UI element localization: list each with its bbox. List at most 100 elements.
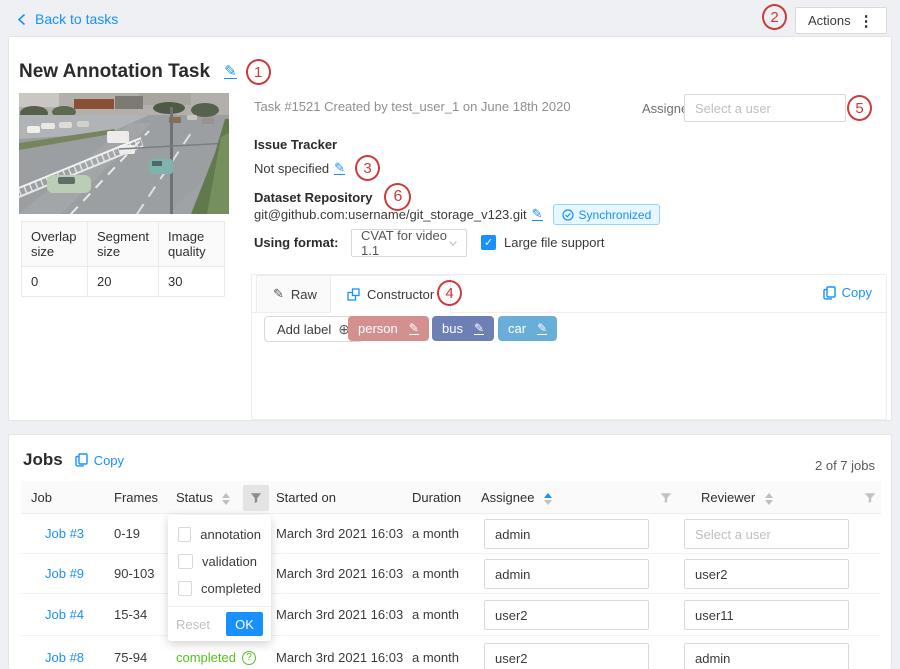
job-link[interactable]: Job #4	[45, 607, 84, 622]
copy-jobs-link[interactable]: Copy	[75, 453, 124, 468]
assignee-input[interactable]	[484, 600, 649, 630]
edit-issue-tracker-icon[interactable]: ✎	[334, 162, 345, 175]
job-link[interactable]: Job #9	[45, 566, 84, 581]
table-row: Job #9 90-103 March 3rd 2021 16:03 a mon…	[21, 554, 881, 594]
assignee-input[interactable]	[484, 559, 649, 589]
task-detail-page: Back to tasks 2 Actions ⋮ New Annotation…	[0, 0, 900, 669]
copy-icon	[75, 453, 88, 467]
started-cell: March 3rd 2021 16:03	[276, 650, 403, 665]
actions-button[interactable]: Actions ⋮	[795, 7, 887, 34]
sort-icons	[765, 493, 773, 505]
label-chip-car[interactable]: car ✎	[498, 316, 557, 341]
checkbox[interactable]	[178, 527, 191, 542]
checkbox[interactable]	[178, 581, 192, 596]
sort-icons	[222, 493, 230, 505]
frames-cell: 75-94	[114, 650, 147, 665]
issue-tracker-value: Not specified	[254, 161, 329, 176]
jobs-heading: Jobs	[23, 450, 63, 470]
filter-reset-button[interactable]: Reset	[176, 617, 210, 632]
sync-status-badge: Synchronized	[553, 204, 661, 225]
param-value: 0	[22, 267, 88, 297]
param-header: Segment size	[88, 222, 159, 267]
assignee-filter-icon[interactable]	[653, 485, 679, 511]
label-name: person	[358, 321, 398, 336]
label-chip-person[interactable]: person ✎	[348, 316, 429, 341]
assignee-select-input[interactable]	[684, 94, 846, 122]
tab-constructor-label: Constructor	[367, 287, 434, 302]
callout-4: 4	[437, 280, 462, 306]
jobs-table-header: Job Frames Status Started on Duration As…	[21, 481, 881, 514]
reviewer-input[interactable]	[684, 643, 849, 669]
filter-ok-button[interactable]: OK	[226, 612, 263, 636]
edit-label-icon[interactable]: ✎	[537, 322, 547, 335]
job-link[interactable]: Job #8	[45, 650, 84, 665]
reviewer-input[interactable]	[684, 519, 849, 549]
add-label-text: Add label	[277, 322, 331, 337]
dataset-repo-value: git@github.com:username/git_storage_v123…	[254, 207, 527, 222]
task-title: New Annotation Task	[19, 61, 210, 83]
sync-badge-label: Synchronized	[579, 208, 652, 222]
labels-panel: ✎ Raw Constructor 4 Copy	[251, 274, 887, 420]
tab-constructor[interactable]: Constructor	[330, 275, 451, 313]
table-row: Job #8 75-94 completed ? March 3rd 2021 …	[21, 637, 881, 669]
col-status-sort[interactable]: Status	[176, 490, 230, 505]
started-cell: March 3rd 2021 16:03	[276, 526, 403, 541]
copy-label-text: Copy	[842, 285, 872, 300]
job-link[interactable]: Job #3	[45, 526, 84, 541]
callout-5: 5	[847, 95, 872, 121]
label-name: car	[508, 321, 526, 336]
large-file-checkbox[interactable]: ✓	[481, 235, 496, 250]
large-file-label: Large file support	[504, 235, 604, 250]
col-reviewer-label: Reviewer	[701, 490, 755, 505]
col-reviewer-sort[interactable]: Reviewer	[701, 490, 773, 505]
duration-cell: a month	[412, 650, 459, 665]
tab-raw-label: Raw	[291, 287, 317, 302]
status-cell: completed ?	[176, 650, 256, 665]
callout-2: 2	[762, 4, 787, 30]
label-chip-bus[interactable]: bus ✎	[432, 316, 494, 341]
checkbox[interactable]	[178, 554, 193, 569]
check-circle-icon	[562, 209, 574, 221]
reviewer-input[interactable]	[684, 559, 849, 589]
jobs-count: 2 of 7 jobs	[815, 458, 875, 473]
frames-cell: 90-103	[114, 566, 154, 581]
reviewer-input[interactable]	[684, 600, 849, 630]
copy-icon	[823, 286, 836, 300]
col-started: Started on	[276, 490, 336, 505]
edit-title-icon[interactable]: ✎	[224, 66, 237, 79]
table-row: Job #4 15-34 March 3rd 2021 16:03 a mont…	[21, 594, 881, 636]
col-assignee-sort[interactable]: Assignee	[481, 490, 552, 505]
assignee-input[interactable]	[484, 519, 649, 549]
block-icon	[347, 288, 360, 301]
edit-label-icon[interactable]: ✎	[474, 322, 484, 335]
callout-3: 3	[355, 155, 380, 181]
format-select[interactable]: CVAT for video 1.1	[351, 229, 467, 257]
chevron-left-icon	[16, 13, 27, 26]
back-label: Back to tasks	[35, 11, 118, 27]
using-format-label: Using format:	[254, 235, 339, 250]
param-value: 20	[88, 267, 159, 297]
filter-option-completed[interactable]: completed	[168, 575, 271, 602]
edit-dataset-repo-icon[interactable]: ✎	[532, 208, 543, 221]
copy-labels-link[interactable]: Copy	[823, 285, 872, 300]
status-filter-dropdown: annotation validation completed Reset OK	[168, 515, 271, 641]
duration-cell: a month	[412, 607, 459, 622]
filter-option-annotation[interactable]: annotation	[168, 521, 271, 548]
status-text: completed	[176, 650, 236, 665]
filter-option-label: validation	[202, 554, 257, 569]
actions-label: Actions	[808, 13, 851, 28]
col-duration: Duration	[412, 490, 461, 505]
status-filter-icon[interactable]	[243, 485, 269, 511]
assignee-input[interactable]	[484, 643, 649, 669]
col-frames: Frames	[114, 490, 158, 505]
copy-label-text: Copy	[94, 453, 124, 468]
tab-raw[interactable]: ✎ Raw	[256, 275, 334, 313]
frames-cell: 15-34	[114, 607, 147, 622]
edit-label-icon[interactable]: ✎	[409, 322, 419, 335]
back-to-tasks-link[interactable]: Back to tasks	[16, 11, 118, 27]
question-circle-icon[interactable]: ?	[242, 651, 256, 665]
col-assignee-label: Assignee	[481, 490, 534, 505]
chevron-down-icon	[449, 240, 457, 247]
reviewer-filter-icon[interactable]	[857, 485, 883, 511]
filter-option-validation[interactable]: validation	[168, 548, 271, 575]
